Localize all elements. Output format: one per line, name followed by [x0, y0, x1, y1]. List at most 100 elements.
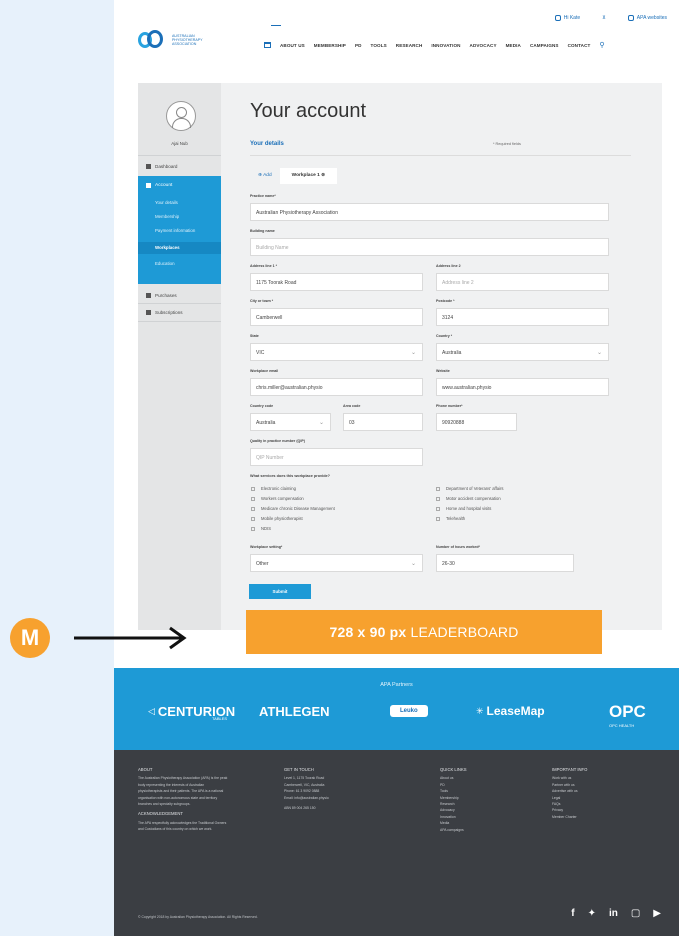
address1-field[interactable]: 1175 Toorak Road: [250, 273, 423, 291]
building-label: Building name: [250, 229, 275, 233]
linkedin-icon[interactable]: in: [609, 908, 618, 919]
hours-label: Number of hours worked*: [436, 545, 480, 549]
state-label: State: [250, 334, 259, 338]
nav-tools[interactable]: TOOLS: [371, 43, 387, 48]
sidebar-item-education[interactable]: Education: [155, 261, 175, 266]
nav-contact[interactable]: CONTACT: [568, 43, 591, 48]
arrow-right-icon: [74, 626, 187, 650]
main-nav: ABOUT US MEMBERSHIP PD TOOLS RESEARCH IN…: [264, 41, 605, 49]
nav-campaigns[interactable]: CAMPAIGNS: [530, 43, 559, 48]
service-checkbox[interactable]: Telehealth: [436, 516, 465, 521]
partners-band: APA Partners ◁ CENTURION TABLES ATHLEGEN …: [114, 668, 679, 750]
nav-about[interactable]: ABOUT US: [280, 43, 305, 48]
site-footer: ABOUT The Australian Physiotherapy Assoc…: [114, 750, 679, 936]
annotation-badge: M: [10, 618, 50, 658]
nav-pd[interactable]: PD: [355, 43, 362, 48]
setting-select[interactable]: Other ⌄: [250, 554, 423, 572]
city-field[interactable]: Camberwell: [250, 308, 423, 326]
area-code-label: Area code: [343, 404, 361, 408]
service-checkbox[interactable]: Department of Veterans' affairs: [436, 486, 504, 491]
tab-add[interactable]: ⊕ Add: [250, 168, 280, 184]
service-checkbox[interactable]: Mobile physiotherapist: [251, 516, 303, 521]
apa-logo[interactable]: AUSTRALIAN PHYSIOTHERAPY ASSOCIATION: [138, 30, 212, 50]
facebook-icon[interactable]: f: [571, 908, 574, 919]
sidebar-item-membership[interactable]: Membership: [155, 214, 179, 219]
cart-icon: [146, 293, 151, 298]
sidebar-item-workplaces[interactable]: Workplaces: [155, 245, 180, 250]
nav-innovation[interactable]: INNOVATION: [431, 43, 460, 48]
building-field[interactable]: Building Name: [250, 238, 609, 256]
twitter-icon[interactable]: ✦: [588, 908, 596, 919]
sidebar-item-dashboard[interactable]: Dashboard: [146, 164, 177, 169]
submit-button[interactable]: Submit: [249, 584, 311, 599]
cart-icon[interactable]: ⊻: [602, 15, 606, 21]
sidebar-item-subscriptions[interactable]: Subscriptions: [146, 310, 183, 315]
service-checkbox[interactable]: Electronic claiming: [251, 486, 296, 491]
chevron-down-icon: ⌄: [318, 420, 324, 426]
copyright: © Copyright 2018 by Australian Physiothe…: [138, 915, 258, 919]
athlegen-logo[interactable]: ATHLEGEN: [259, 704, 330, 719]
leuko-logo[interactable]: Leuko: [390, 705, 428, 717]
profile-link[interactable]: Hi Kate: [554, 15, 580, 21]
chevron-down-icon: ⌄: [596, 350, 602, 356]
service-checkbox[interactable]: Home and hospital visits: [436, 506, 491, 511]
footer-quick-links: QUICK LINKS About us PD Tools Membership…: [440, 767, 467, 832]
state-select[interactable]: VIC ⌄: [250, 343, 423, 361]
qip-label: Quality in practice number (QIP): [250, 439, 305, 443]
service-checkbox[interactable]: Medicare chronic Disease Management: [251, 506, 335, 511]
leasemap-logo[interactable]: ✳ LeaseMap: [476, 704, 545, 718]
sidebar-item-account[interactable]: Account Your details Membership Payment …: [138, 176, 221, 284]
websites-link[interactable]: APA websites: [627, 15, 667, 21]
address2-label: Address line 2: [436, 264, 461, 268]
home-icon[interactable]: [264, 42, 271, 48]
country-label: Country *: [436, 334, 453, 338]
subscription-icon: [146, 310, 151, 315]
sidebar-item-your-details[interactable]: Your details: [155, 200, 178, 205]
country-code-select[interactable]: Australia ⌄: [250, 413, 331, 431]
postcode-field[interactable]: 3124: [436, 308, 609, 326]
services-label: What services does this workplace provid…: [250, 474, 330, 478]
city-label: City or town *: [250, 299, 274, 303]
youtube-icon[interactable]: ▶: [653, 908, 661, 919]
service-checkbox[interactable]: Workers compensation: [251, 496, 304, 501]
search-icon[interactable]: ⚲: [599, 41, 604, 49]
phone-field[interactable]: 90920888: [436, 413, 517, 431]
email-label: Workplace email: [250, 369, 279, 373]
divider: [138, 155, 221, 156]
footer-about: ABOUT The Australian Physiotherapy Assoc…: [138, 767, 228, 832]
avatar: [166, 101, 196, 131]
user-name: Ajai Nub: [171, 141, 188, 146]
hours-field[interactable]: 26-30: [436, 554, 574, 572]
setting-label: Workplace setting*: [250, 545, 283, 549]
page-title: Your account: [250, 100, 367, 122]
nav-media[interactable]: MEDIA: [506, 43, 521, 48]
tab-workplace-1[interactable]: Workplace 1 ⊗: [279, 168, 338, 184]
nav-research[interactable]: RESEARCH: [396, 43, 423, 48]
nav-indicator: [271, 25, 281, 26]
nav-membership[interactable]: MEMBERSHIP: [314, 43, 346, 48]
email-field[interactable]: chris.miller@australian.physio: [250, 378, 423, 396]
address2-field[interactable]: Address line 2: [436, 273, 609, 291]
qip-field[interactable]: QIP Number: [250, 448, 423, 466]
sidebar-item-payment[interactable]: Payment information: [155, 228, 195, 233]
area-code-field[interactable]: 03: [343, 413, 423, 431]
chevron-down-icon: [146, 183, 151, 188]
workplace-tabs: ⊕ Add Workplace 1 ⊗: [250, 168, 338, 184]
service-checkbox[interactable]: Motor accident compensation: [436, 496, 501, 501]
footer-important: IMPORTANT INFO Work with us Partner with…: [552, 767, 588, 819]
nav-advocacy[interactable]: ADVOCACY: [470, 43, 497, 48]
dashboard-icon: [146, 164, 151, 169]
country-select[interactable]: Australia ⌄: [436, 343, 609, 361]
opc-logo[interactable]: OPC: [609, 702, 646, 722]
monitor-icon: [627, 15, 634, 21]
sidebar-item-purchases[interactable]: Purchases: [146, 293, 177, 298]
account-heading: Account: [146, 183, 172, 188]
website-field[interactable]: www.australian.physio: [436, 378, 609, 396]
opc-sub: OPC HEALTH: [609, 723, 635, 728]
practice-name-field[interactable]: Australian Physiotherapy Association: [250, 203, 609, 221]
divider: [138, 303, 221, 304]
divider: [250, 155, 631, 156]
postcode-label: Postcode *: [436, 299, 455, 303]
instagram-icon[interactable]: ▢: [631, 908, 640, 919]
service-checkbox[interactable]: NDIS: [251, 526, 271, 531]
